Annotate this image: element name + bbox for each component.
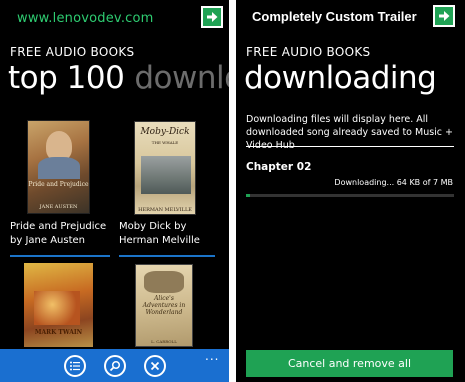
- divider: [119, 255, 215, 257]
- divider: [246, 146, 454, 147]
- site-url-watermark: www.lenovodev.com: [17, 11, 154, 26]
- pivot-item-downloading[interactable]: downloading: [244, 60, 437, 96]
- arrow-right-icon: [439, 11, 450, 21]
- pivot-item-top100[interactable]: top 100: [8, 60, 125, 96]
- close-button[interactable]: [144, 355, 166, 377]
- panel-separator: [229, 0, 236, 382]
- book-cover-image: Alice's Adventures in Wonderland L. CARR…: [135, 264, 193, 347]
- left-phone-screen: www.lenovodev.com FREE AUDIO BOOKS top 1…: [0, 0, 229, 382]
- list-icon: [70, 361, 80, 371]
- header-title: Completely Custom Trailer: [252, 9, 417, 24]
- pivot-item-downloading[interactable]: downlo: [134, 60, 229, 96]
- arrow-right-icon: [207, 12, 218, 22]
- search-button[interactable]: [104, 355, 126, 377]
- download-item-status: Downloading... 64 KB of 7 MB: [334, 178, 453, 187]
- download-item-title: Chapter 02: [246, 161, 312, 173]
- pivot-header: top 100downlo: [8, 60, 229, 96]
- forward-button[interactable]: [201, 6, 223, 28]
- book-cover-image: Pride and Prejudice JANE AUSTEN: [27, 120, 90, 214]
- cancel-and-remove-all-button[interactable]: Cancel and remove all: [246, 350, 453, 377]
- forward-button[interactable]: [433, 5, 455, 27]
- divider: [10, 255, 110, 257]
- app-title: FREE AUDIO BOOKS: [10, 45, 135, 59]
- book-caption: Pride and Prejudice by Jane Austen: [10, 221, 107, 246]
- list-button[interactable]: [64, 355, 86, 377]
- app-title: FREE AUDIO BOOKS: [246, 45, 371, 59]
- book-cover-image: Moby-Dick THE WHALE HERMAN MELVILLE: [134, 121, 196, 215]
- more-options-button[interactable]: ...: [205, 349, 219, 363]
- search-icon: [109, 360, 121, 372]
- download-progress-fill: [246, 194, 251, 197]
- book-cover-image: MARK TWAIN: [24, 263, 93, 347]
- close-icon: [150, 361, 160, 371]
- right-phone-screen: Completely Custom Trailer FREE AUDIO BOO…: [236, 0, 465, 382]
- book-caption: Moby Dick by Herman Melville: [119, 221, 200, 246]
- download-progress-bar: [246, 194, 454, 197]
- application-bar: ...: [0, 349, 229, 382]
